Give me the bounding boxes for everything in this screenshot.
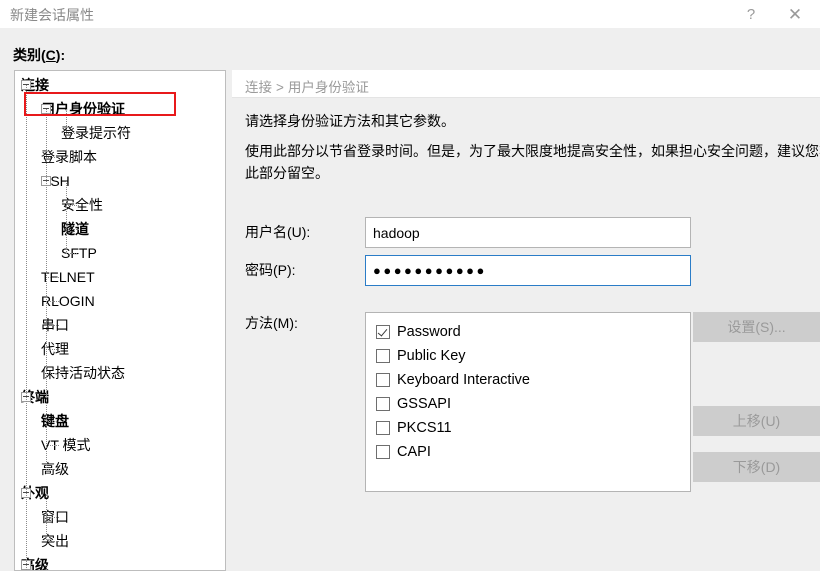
tree-guide-line bbox=[46, 517, 60, 518]
close-icon[interactable]: ✕ bbox=[774, 0, 816, 28]
move-up-button[interactable]: 上移(U) bbox=[693, 406, 820, 436]
tree-guide-line bbox=[46, 325, 60, 326]
method-row[interactable]: GSSAPI bbox=[376, 392, 690, 416]
description-secondary: 使用此部分以节省登录时间。但是，为了最大限度地提高安全性，如果担心安全问题，建议… bbox=[245, 143, 820, 181]
category-tree[interactable]: 连接 用户身份验证 登录提示符 登录脚本 SSH 安全性 隧道 SFTP TELNET RLOGI… bbox=[15, 71, 225, 570]
tree-item-label: 安全性 bbox=[61, 197, 103, 213]
password-input[interactable]: ●●●●●●●●●●● bbox=[365, 255, 691, 286]
tree-guide-line bbox=[46, 109, 47, 397]
checkbox-icon[interactable] bbox=[376, 349, 390, 363]
tree-item-label: 保持活动状态 bbox=[41, 365, 125, 381]
method-list[interactable]: Password Public Key Keyboard Interactive GS… bbox=[365, 312, 691, 492]
tree-item-label: SFTP bbox=[61, 245, 97, 261]
help-icon[interactable]: ? bbox=[730, 0, 772, 28]
tree-guide-line bbox=[46, 277, 60, 278]
tree-item-label: 键盘 bbox=[41, 413, 69, 429]
method-label-text: PKCS11 bbox=[397, 420, 452, 436]
tree-item-0[interactable]: 连接 bbox=[15, 73, 225, 97]
breadcrumb-bar: 连接 > 用户身份验证 bbox=[232, 70, 820, 98]
method-row[interactable]: PKCS11 bbox=[376, 416, 690, 440]
method-label-text: GSSAPI bbox=[397, 396, 451, 412]
checkbox-icon[interactable] bbox=[376, 373, 390, 387]
method-label-text: CAPI bbox=[397, 444, 431, 460]
tree-guide-line bbox=[46, 421, 60, 422]
checkbox-icon[interactable] bbox=[376, 397, 390, 411]
tree-guide-line bbox=[66, 253, 80, 254]
password-label: 密码(P): bbox=[245, 262, 296, 278]
tree-guide-line bbox=[66, 109, 67, 133]
tree-item-label: 窗口 bbox=[41, 509, 69, 525]
breadcrumb-leaf: 用户身份验证 bbox=[287, 80, 369, 95]
tree-guide-line bbox=[46, 541, 60, 542]
tree-guide-line bbox=[66, 205, 80, 206]
username-input[interactable]: hadoop bbox=[365, 217, 691, 248]
category-label-text: 类别( bbox=[13, 47, 46, 63]
username-label: 用户名(U): bbox=[245, 224, 311, 240]
password-value: ●●●●●●●●●●● bbox=[373, 263, 487, 278]
tree-guide-line bbox=[66, 229, 80, 230]
username-value: hadoop bbox=[373, 224, 420, 241]
category-label-suffix: ): bbox=[55, 47, 66, 63]
method-label-text: Password bbox=[397, 324, 461, 340]
method-row[interactable]: Password bbox=[376, 320, 690, 344]
settings-pane: 连接 > 用户身份验证 请选择身份验证方法和其它参数。 使用此部分以节省登录时间。但… bbox=[232, 70, 820, 571]
tree-guide-line bbox=[46, 373, 60, 374]
tree-item-label: 串口 bbox=[41, 317, 69, 333]
tree-item-label: 突出 bbox=[41, 533, 69, 549]
tree-item-label: 用户身份验证 bbox=[41, 101, 125, 117]
move-down-button[interactable]: 下移(D) bbox=[693, 452, 820, 482]
title-bar: 新建会话属性 ? ✕ bbox=[0, 0, 820, 28]
method-label-text: Public Key bbox=[397, 348, 466, 364]
category-accel: C bbox=[45, 47, 56, 63]
method-row[interactable]: Keyboard Interactive bbox=[376, 368, 690, 392]
method-row[interactable]: CAPI bbox=[376, 440, 690, 464]
tree-guide-line bbox=[46, 157, 60, 158]
tree-guide-line bbox=[26, 85, 27, 570]
tree-guide-line bbox=[46, 397, 47, 469]
checkbox-icon[interactable] bbox=[376, 445, 390, 459]
tree-guide-line bbox=[46, 445, 60, 446]
breadcrumb-root[interactable]: 连接 bbox=[245, 80, 272, 95]
description-primary: 请选择身份验证方法和其它参数。 bbox=[245, 113, 455, 129]
breadcrumb-separator-icon: > bbox=[276, 80, 284, 95]
tree-guide-line bbox=[66, 133, 80, 134]
checkbox-checked-icon[interactable] bbox=[376, 325, 390, 339]
breadcrumb: 连接 > 用户身份验证 bbox=[245, 76, 369, 96]
method-row[interactable]: Public Key bbox=[376, 344, 690, 368]
tree-item-label: 代理 bbox=[41, 341, 69, 357]
tree-guide-line bbox=[46, 469, 60, 470]
tree-guide-line bbox=[66, 181, 67, 253]
tree-guide-line bbox=[46, 565, 47, 570]
tree-guide-line bbox=[46, 349, 60, 350]
tree-guide-line bbox=[46, 301, 60, 302]
window-title: 新建会话属性 bbox=[10, 7, 94, 23]
settings-button[interactable]: 设置(S)... bbox=[693, 312, 820, 342]
method-label-text: Keyboard Interactive bbox=[397, 372, 530, 388]
category-tree-panel[interactable]: 连接 用户身份验证 登录提示符 登录脚本 SSH 安全性 隧道 SFTP TELNET RLOGI… bbox=[14, 70, 226, 571]
category-label: 类别(C): bbox=[13, 45, 65, 65]
method-label: 方法(M): bbox=[245, 315, 298, 331]
checkbox-icon[interactable] bbox=[376, 421, 390, 435]
tree-item-label: 高级 bbox=[41, 461, 69, 477]
